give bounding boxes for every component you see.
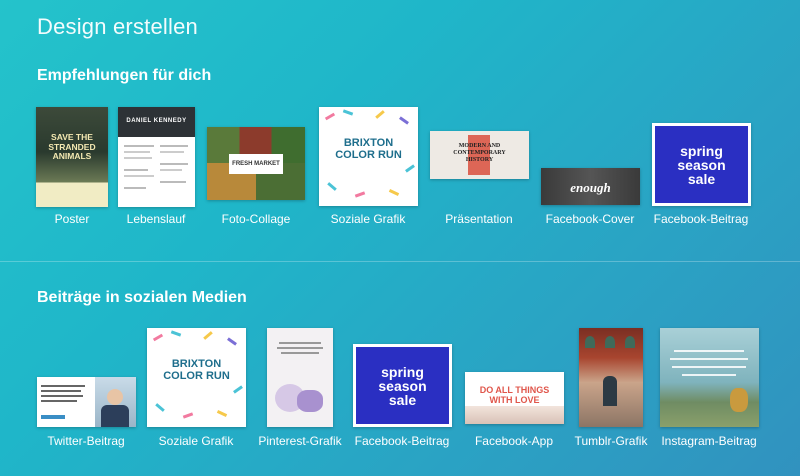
tile-label: Facebook-Beitrag: [354, 434, 450, 448]
spring-line-3: sale: [687, 171, 716, 187]
section-title-social: Beiträge in sozialen Medien: [37, 289, 247, 306]
twitter-post-thumbnail: [37, 377, 136, 427]
section-divider: [0, 261, 800, 262]
tile-poster[interactable]: SAVE THE STRANDED ANIMALS Poster: [36, 107, 108, 227]
resume-thumbnail: DANIEL KENNEDY: [118, 107, 195, 207]
collage-thumb-label: FRESH MARKET: [229, 154, 283, 174]
tile-label: Foto-Collage: [221, 212, 291, 226]
tile-label: Präsentation: [445, 212, 513, 226]
section-title-recommended: Empfehlungen für dich: [37, 67, 212, 84]
tile-facebook-beitrag[interactable]: spring season sale Facebook-Beitrag: [652, 123, 752, 227]
color-run-thumbnail: BRIXTON COLOR RUN: [319, 107, 418, 206]
love-line-2: WITH LOVE: [489, 395, 540, 405]
tile-praesentation[interactable]: MODERN AND CONTEMPORARY HISTORY Präsenta…: [430, 131, 530, 227]
tile-instagram-beitrag[interactable]: Instagram-Beitrag: [660, 328, 760, 449]
tile-label: Pinterest-Grafik: [258, 434, 342, 448]
color-run-line-2: COLOR RUN: [163, 370, 230, 382]
spring-sale-thumbnail: spring season sale: [652, 123, 751, 206]
facebook-app-thumbnail: DO ALL THINGS WITH LOVE: [465, 372, 564, 424]
color-run-line-1: BRIXTON: [343, 137, 394, 149]
page-title: Design erstellen: [37, 14, 198, 39]
spring-line-3: sale: [388, 392, 417, 408]
tile-twitter-beitrag[interactable]: Twitter-Beitrag: [37, 377, 136, 449]
color-run-line-2: COLOR RUN: [335, 149, 402, 161]
love-line-1: DO ALL THINGS: [479, 385, 550, 395]
tile-label: Poster: [54, 212, 90, 226]
tumblr-thumbnail: [579, 328, 643, 427]
tile-label: Soziale Grafik: [158, 434, 234, 448]
tile-label: Lebenslauf: [126, 212, 186, 226]
tile-label: Facebook-App: [474, 434, 554, 448]
tile-facebook-cover[interactable]: enough Facebook-Cover: [541, 168, 640, 227]
tile-lebenslauf[interactable]: DANIEL KENNEDY Lebenslauf: [118, 107, 195, 227]
pinterest-thumbnail: [267, 328, 333, 427]
tile-foto-collage[interactable]: FRESH MARKET Foto-Collage: [207, 127, 305, 227]
tile-label: Facebook-Beitrag: [653, 212, 749, 226]
tile-soziale-grafik-social[interactable]: BRIXTON COLOR RUN Soziale Grafik: [147, 328, 247, 449]
tile-facebook-beitrag-social[interactable]: spring season sale Facebook-Beitrag: [353, 344, 453, 449]
tile-facebook-app[interactable]: DO ALL THINGS WITH LOVE Facebook-App: [465, 372, 564, 449]
presentation-line-1: MODERN AND: [458, 143, 501, 149]
presentation-line-2: CONTEMPORARY: [453, 150, 506, 156]
facebook-cover-thumbnail: enough: [541, 168, 640, 205]
presentation-thumbnail: MODERN AND CONTEMPORARY HISTORY: [430, 131, 529, 179]
resume-thumb-name: DANIEL KENNEDY: [126, 118, 187, 124]
spring-line-2: season: [677, 157, 726, 173]
tile-label: Twitter-Beitrag: [47, 434, 125, 448]
facebook-cover-word: enough: [570, 180, 611, 195]
tile-soziale-grafik[interactable]: BRIXTON COLOR RUN Soziale Grafik: [319, 107, 419, 227]
spring-line-2: season: [378, 378, 427, 394]
tile-label: Instagram-Beitrag: [661, 434, 757, 448]
presentation-line-3: HISTORY: [465, 157, 494, 163]
color-run-line-1: BRIXTON: [171, 358, 222, 370]
spring-line-1: spring: [381, 364, 424, 380]
tile-tumblr-grafik[interactable]: Tumblr-Grafik: [575, 328, 647, 449]
tile-label: Soziale Grafik: [330, 212, 406, 226]
collage-thumbnail: FRESH MARKET: [207, 127, 305, 200]
tile-label: Facebook-Cover: [545, 212, 635, 226]
poster-thumbnail: SAVE THE STRANDED ANIMALS: [36, 107, 108, 207]
spring-sale-thumbnail: spring season sale: [353, 344, 452, 427]
spring-line-1: spring: [680, 143, 723, 159]
tile-label: Tumblr-Grafik: [574, 434, 648, 448]
poster-thumb-line-3: ANIMALS: [52, 151, 92, 161]
instagram-thumbnail: [660, 328, 759, 427]
tile-pinterest-grafik[interactable]: Pinterest-Grafik: [258, 328, 342, 449]
color-run-thumbnail: BRIXTON COLOR RUN: [147, 328, 246, 427]
